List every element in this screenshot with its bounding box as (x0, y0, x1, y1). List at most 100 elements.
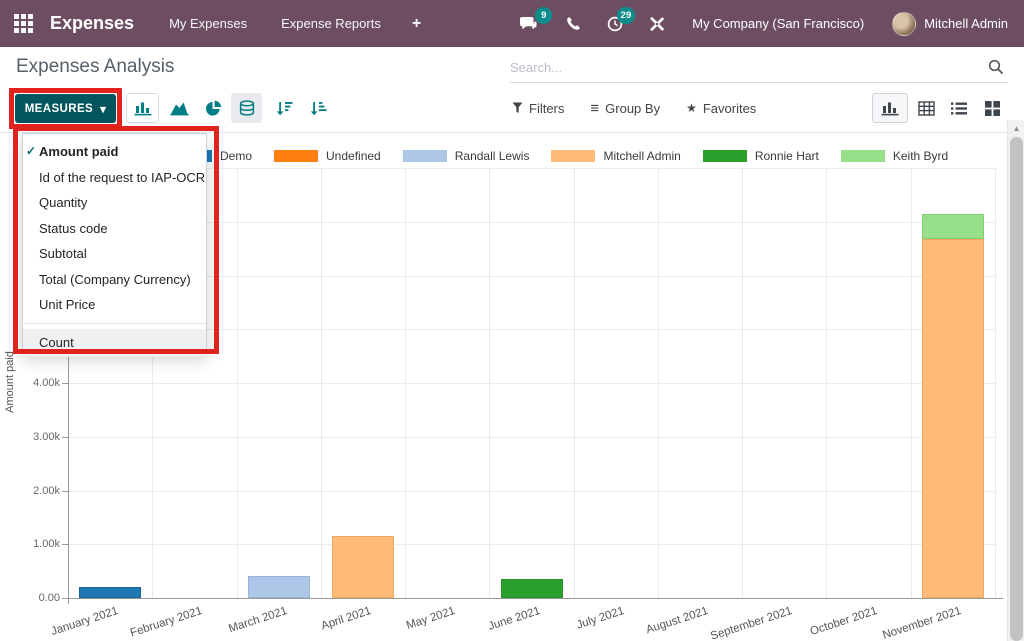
phone-icon[interactable] (553, 16, 594, 31)
group-by-label: Group By (605, 101, 660, 116)
user-avatar[interactable] (892, 12, 916, 36)
filters-label: Filters (529, 101, 564, 116)
pie-chart-icon (205, 100, 222, 117)
legend-swatch (403, 150, 447, 162)
scrollbar-thumb[interactable] (1010, 137, 1023, 641)
messages-badge: 9 (535, 7, 552, 24)
favorites-label: Favorites (703, 101, 756, 116)
bar-segment[interactable] (79, 587, 141, 598)
legend-item[interactable]: Randall Lewis (403, 149, 530, 163)
search-icon[interactable] (988, 59, 1004, 80)
company-switcher[interactable]: My Company (San Francisco) (678, 16, 880, 31)
measures-label: MEASURES (25, 103, 93, 115)
toolbar: MEASURES ▾ (0, 88, 1024, 133)
sort-desc-icon (276, 101, 293, 116)
apps-grid-icon[interactable] (0, 14, 46, 33)
graph-view-icon (881, 100, 899, 116)
x-tick-label: March 2021 (227, 605, 288, 635)
legend-swatch (703, 150, 747, 162)
filters-menu[interactable]: Filters (512, 101, 564, 116)
favorites-menu[interactable]: ★ Favorites (686, 101, 756, 116)
chart-type-bar-button[interactable] (126, 93, 159, 123)
chart-legend: Demo Undefined Randall Lewis Mitchell Admin… (168, 149, 948, 163)
legend-label: Undefined (326, 149, 381, 163)
app-name[interactable]: Expenses (50, 13, 134, 34)
menu-item-label: Unit Price (39, 297, 95, 312)
bar-segment[interactable] (922, 214, 984, 239)
menu-item-count[interactable]: Count (23, 329, 206, 357)
measures-menu-item[interactable]: Total (Company Currency) (23, 267, 206, 293)
bar-segment[interactable] (922, 239, 984, 598)
legend-swatch (274, 150, 318, 162)
measures-menu-item[interactable]: Status code (23, 216, 206, 242)
control-panel: Expenses Analysis (0, 47, 1024, 88)
legend-item[interactable]: Mitchell Admin (551, 149, 680, 163)
list-view-icon (951, 102, 967, 115)
bar-segment[interactable] (332, 536, 394, 598)
nav-my-expenses[interactable]: My Expenses (152, 16, 264, 31)
search-facets: Filters ≡ Group By ★ Favorites (512, 93, 756, 123)
legend-swatch (551, 150, 595, 162)
bar-segment[interactable] (248, 576, 310, 598)
menu-item-label: Subtotal (39, 246, 87, 261)
x-tick-label: July 2021 (575, 605, 626, 632)
gridline-h (68, 491, 995, 492)
x-tick-label: January 2021 (50, 605, 120, 638)
activities-icon[interactable]: 29 (594, 16, 636, 32)
nav-plus-button[interactable]: + (398, 15, 435, 33)
view-pivot-button[interactable] (911, 93, 941, 123)
messages-icon[interactable]: 9 (506, 16, 553, 32)
measures-dropdown: ✓Amount paidId of the request to IAP-OCR… (22, 133, 207, 352)
sort-descending-button[interactable] (269, 93, 300, 123)
y-tick-label: 0.00 (0, 592, 60, 604)
legend-swatch (841, 150, 885, 162)
x-tick-label: May 2021 (405, 605, 457, 632)
vertical-scrollbar: ▲ (1007, 120, 1024, 641)
tools-icon-svg (649, 16, 665, 32)
measures-menu-item[interactable]: Subtotal (23, 241, 206, 267)
check-icon: ✓ (26, 139, 36, 165)
tools-icon[interactable] (636, 16, 678, 32)
navbar-left: Expenses My Expenses Expense Reports + (0, 13, 435, 34)
measures-menu-item[interactable]: ✓Amount paid (23, 139, 206, 165)
legend-item[interactable]: Ronnie Hart (703, 149, 819, 163)
sort-ascending-button[interactable] (303, 93, 334, 123)
view-kanban-button[interactable] (977, 93, 1007, 123)
stacked-toggle-button[interactable] (231, 93, 262, 123)
measures-menu-item[interactable]: Id of the request to IAP-OCR (23, 165, 206, 191)
y-tick-label: 3.00k (0, 431, 60, 443)
gridline-h (68, 222, 995, 223)
measures-menu-items: ✓Amount paidId of the request to IAP-OCR… (23, 134, 206, 318)
legend-item[interactable]: Keith Byrd (841, 149, 948, 163)
legend-label: Keith Byrd (893, 149, 948, 163)
measures-menu-item[interactable]: Quantity (23, 190, 206, 216)
nav-expense-reports[interactable]: Expense Reports (264, 16, 398, 31)
group-by-menu[interactable]: ≡ Group By (590, 100, 660, 117)
view-switcher (872, 93, 1007, 123)
measures-button[interactable]: MEASURES ▾ (15, 94, 116, 123)
search-box (510, 53, 1008, 83)
user-menu[interactable]: Mitchell Admin (916, 16, 1024, 31)
y-axis-title: Amount paid (4, 350, 16, 414)
legend-label: Mitchell Admin (603, 149, 680, 163)
group-by-icon: ≡ (590, 100, 599, 117)
measures-menu-item[interactable]: Unit Price (23, 292, 206, 318)
view-graph-button[interactable] (872, 93, 908, 123)
search-input[interactable] (510, 53, 970, 81)
legend-label: Demo (220, 149, 252, 163)
legend-label: Randall Lewis (455, 149, 530, 163)
bar-segment[interactable] (501, 579, 563, 598)
sort-asc-icon (310, 101, 327, 116)
menu-item-label: Status code (39, 221, 108, 236)
gridline-v (995, 168, 996, 598)
x-tick-label: April 2021 (320, 605, 373, 632)
chart-type-pie-button[interactable] (197, 93, 229, 123)
chart-type-line-button[interactable] (163, 93, 195, 123)
menu-item-label: Quantity (39, 195, 87, 210)
view-list-button[interactable] (944, 93, 974, 123)
gridline-h (68, 329, 995, 330)
scrollbar-up-arrow[interactable]: ▲ (1008, 120, 1024, 136)
legend-item[interactable]: Undefined (274, 149, 381, 163)
gridline-v (321, 168, 322, 598)
gridline-h (68, 276, 995, 277)
